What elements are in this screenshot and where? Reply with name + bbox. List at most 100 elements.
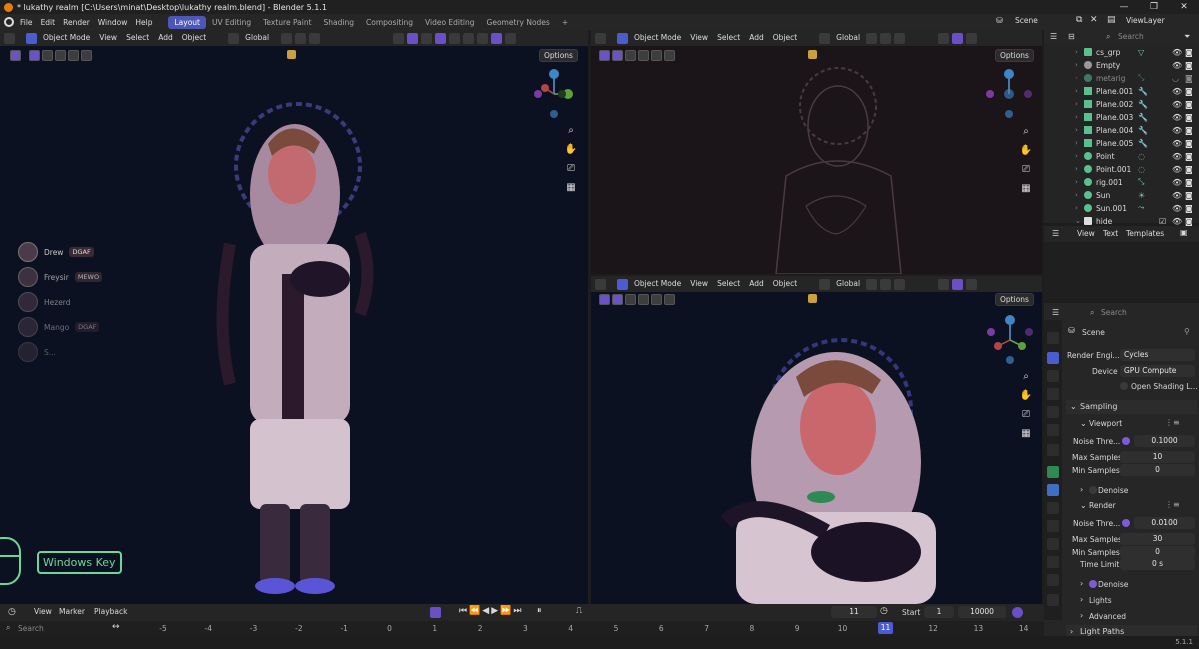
constraints-tab-icon[interactable] <box>1047 538 1059 550</box>
editor-type-icon[interactable] <box>4 32 15 44</box>
select-intersect-icon[interactable] <box>664 294 675 305</box>
navigation-gizmo[interactable] <box>527 66 585 122</box>
material-shading-icon[interactable] <box>477 32 489 44</box>
timeline-search-input[interactable]: Search <box>18 624 44 633</box>
viewport-left[interactable]: Options ⌕ ✋ ⎚ ▦ Drew DGAF Freysir MEWO H… <box>0 46 588 604</box>
render-max-samples-field[interactable]: 30 <box>1120 533 1195 545</box>
perspective-grid-icon[interactable]: ▦ <box>1019 182 1033 196</box>
viewport-bottomright[interactable]: Options ⌕ ✋ ⎚ ▦ <box>591 292 1042 604</box>
overlay-icon[interactable] <box>966 32 978 44</box>
zoom-icon[interactable]: ⌕ <box>1019 125 1033 139</box>
outliner-row[interactable]: › Plane.004 🔧 👁 ◙ <box>1044 124 1199 136</box>
physics-tab-icon[interactable] <box>1047 520 1059 532</box>
visibility-icon[interactable] <box>393 32 405 44</box>
menu-add[interactable]: Add <box>746 278 767 290</box>
eye-icon[interactable]: 👁 <box>1172 178 1182 187</box>
collaborator-item[interactable]: Hezerd <box>18 292 71 312</box>
options-button[interactable]: Options <box>995 49 1034 62</box>
clock-icon[interactable]: ◷ <box>8 607 16 617</box>
select-box-icon[interactable] <box>29 50 40 61</box>
add-workspace-button[interactable]: + <box>556 16 574 29</box>
tool-tab-icon[interactable] <box>1047 332 1059 344</box>
eye-icon[interactable]: 👁 <box>1172 61 1182 70</box>
new-scene-icon[interactable]: ⧉ <box>1076 15 1082 25</box>
chevron-down-icon[interactable]: ⌄ <box>1080 501 1087 510</box>
menu-playback[interactable]: Playback <box>91 606 130 618</box>
noise-threshold-toggle[interactable] <box>1122 519 1130 527</box>
tab-geometry-nodes[interactable]: Geometry Nodes <box>481 16 556 29</box>
keying-icon[interactable] <box>1012 607 1023 618</box>
chevron-right-icon[interactable]: › <box>1080 611 1083 620</box>
pivot-icon[interactable] <box>866 278 878 290</box>
denoise-checkbox[interactable] <box>1089 580 1097 588</box>
preset-icon[interactable]: ⋮≡ <box>1165 500 1180 509</box>
menu-window[interactable]: Window <box>94 18 132 27</box>
object-tab-icon[interactable] <box>1047 466 1059 478</box>
collaborator-item[interactable]: Drew DGAF <box>18 242 94 262</box>
overlay-icon[interactable] <box>421 32 433 44</box>
resize-handle-icon[interactable]: ↔ <box>112 622 120 632</box>
menu-view[interactable]: View <box>687 278 711 290</box>
outliner-row[interactable]: › Sun.001 ⤳ 👁 ◙ <box>1044 202 1199 214</box>
eye-icon[interactable]: 👁 <box>1172 139 1182 148</box>
options-button[interactable]: Options <box>995 293 1034 306</box>
device-dropdown[interactable]: GPU Compute <box>1120 365 1195 377</box>
camera-icon[interactable]: ◙ <box>1185 100 1193 109</box>
viewport-subsection[interactable]: Viewport <box>1089 419 1122 428</box>
scene-tab-icon[interactable] <box>1047 406 1059 418</box>
menu-view[interactable]: View <box>687 32 711 44</box>
camera-icon[interactable]: ◙ <box>1185 87 1193 96</box>
orientation-selector[interactable]: Global <box>833 32 863 44</box>
menu-select[interactable]: Select <box>123 32 152 44</box>
eye-icon[interactable]: 👁 <box>1172 191 1182 200</box>
tab-layout[interactable]: Layout <box>168 15 206 29</box>
menu-view[interactable]: View <box>96 32 120 44</box>
perspective-grid-icon[interactable]: ▦ <box>1019 427 1033 441</box>
blender-menu-icon[interactable] <box>4 17 14 27</box>
record-icon[interactable] <box>430 607 441 618</box>
eye-icon[interactable]: 👁 <box>1172 113 1182 122</box>
solid-shading-icon[interactable] <box>463 32 475 44</box>
outliner-row[interactable]: › metarig ⤡ ◡ ◙ <box>1044 72 1199 84</box>
noise-threshold-toggle[interactable] <box>1122 437 1130 445</box>
osl-checkbox[interactable] <box>1120 382 1128 390</box>
proportional-icon[interactable] <box>894 278 906 290</box>
viewport-noise-field[interactable]: 0.1000 <box>1134 435 1195 447</box>
outliner-row[interactable]: › rig.001 ⤡ 👁 ◙ <box>1044 176 1199 188</box>
menu-select[interactable]: Select <box>714 278 743 290</box>
viewport-topright[interactable]: Options ⌕ ✋ ⎚ ▦ <box>591 46 1042 274</box>
eye-icon[interactable]: 👁 <box>1172 217 1182 226</box>
close-button[interactable]: ✕ <box>1169 0 1199 14</box>
select-tool-icon[interactable] <box>599 294 610 305</box>
menu-edit[interactable]: Edit <box>37 18 60 27</box>
options-button[interactable]: Options <box>539 49 578 62</box>
view-layer-tab-icon[interactable] <box>1047 388 1059 400</box>
pivot-icon[interactable] <box>281 32 293 44</box>
zoom-icon[interactable]: ⌕ <box>1019 370 1033 384</box>
select-subtract-icon[interactable] <box>638 50 649 61</box>
proportional-icon[interactable] <box>309 32 321 44</box>
viewlayer-selector[interactable]: ViewLayer <box>1122 16 1169 25</box>
camera-view-icon[interactable]: ⎚ <box>564 162 578 176</box>
select-subtract-icon[interactable] <box>55 50 66 61</box>
eye-icon[interactable]: 👁 <box>1172 126 1182 135</box>
filter-funnel-icon[interactable]: ⏷ <box>1184 32 1190 42</box>
sync-icon[interactable]: ⎍ <box>576 606 582 616</box>
current-frame-field[interactable]: 11 <box>831 606 877 618</box>
particles-tab-icon[interactable] <box>1047 502 1059 514</box>
pan-hand-icon[interactable]: ✋ <box>564 143 578 157</box>
xray-icon[interactable] <box>435 32 447 44</box>
snap-icon[interactable] <box>295 32 307 44</box>
render-tab-icon[interactable] <box>1047 352 1059 364</box>
render-noise-field[interactable]: 0.0100 <box>1134 517 1195 529</box>
menu-help[interactable]: Help <box>131 18 156 27</box>
editor-type-icon[interactable] <box>595 32 606 44</box>
delete-scene-icon[interactable]: ✕ <box>1090 15 1098 25</box>
menu-view[interactable]: View <box>1074 228 1098 240</box>
collection-tab-icon[interactable] <box>1047 444 1059 456</box>
menu-object[interactable]: Object <box>770 32 800 44</box>
chevron-right-icon[interactable]: › <box>1080 485 1083 494</box>
eye-icon[interactable]: 👁 <box>1172 204 1182 213</box>
visibility-icon[interactable] <box>938 32 950 44</box>
texture-tab-icon[interactable] <box>1047 594 1059 606</box>
